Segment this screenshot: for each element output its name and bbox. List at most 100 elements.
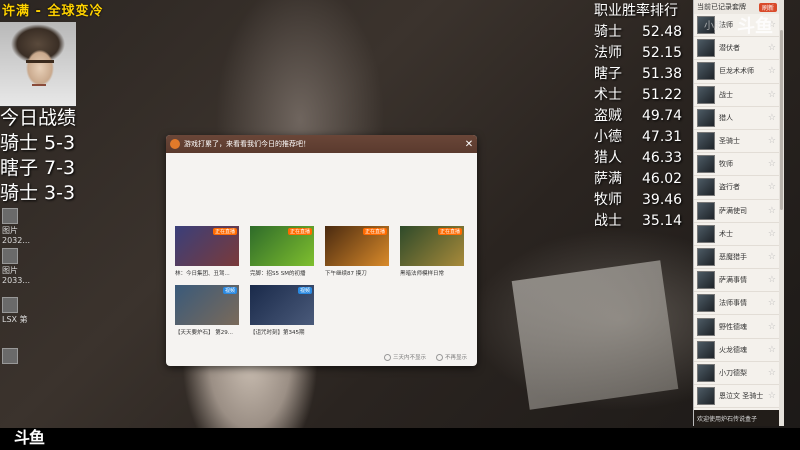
video-badge: 视频 [297,287,312,294]
douyu-watermark-logo: 斗鱼 [737,16,773,37]
star-icon[interactable]: ☆ [768,252,776,262]
video-card[interactable]: 视频 【诅咒时刻】第345期 [250,285,314,336]
recommendation-popup: 游戏打累了，来看看我们今日的推荐吧！ ✕ 正在直播 林：今日集团、丑驾... 正… [166,135,477,366]
overlay-marquee-text: 小胖 [704,21,724,32]
deck-thumbnail-icon [697,39,715,58]
deck-item[interactable]: 火龙德魂 ☆ [694,339,780,362]
winrate-class: 小德 [594,129,622,145]
background-paper [511,260,679,410]
bottom-black-bar [0,428,800,450]
star-icon[interactable]: ☆ [768,43,776,53]
deck-panel-scrollbar[interactable] [779,0,784,426]
popup-footer: 三天内不显示 不再显示 [383,353,467,361]
stream-card[interactable]: 正在直播 下午继续87 摸刀 [325,226,389,277]
deck-thumbnail-icon [697,247,715,266]
today-heading: 今日战绩 [0,107,77,129]
deck-item[interactable]: 盗行者 ☆ [694,176,780,200]
today-row: 骑士 3-3 [0,182,76,204]
video-thumbnail: 视频 [250,285,314,325]
deck-thumbnail-icon [697,317,715,336]
deck-thumbnail-icon [697,132,715,151]
winrate-value: 46.33 [642,150,683,166]
stream-caption: 黑暗法师模样日常 [400,271,445,277]
deck-item[interactable]: 潜伏者 ☆ [694,37,780,61]
file-icon [2,297,18,313]
star-icon[interactable]: ☆ [768,298,776,308]
winrate-class: 术士 [594,87,622,103]
winrate-value: 51.22 [642,87,683,103]
winrate-row: 小德 47.31 [594,127,682,148]
star-icon[interactable]: ☆ [768,345,776,355]
deck-name: 萨满事情 [719,276,747,285]
deck-item[interactable]: 萨满使司 ☆ [694,200,780,223]
live-badge: 正在直播 [287,228,312,235]
desktop-icon[interactable] [0,325,40,365]
winrate-value: 52.15 [642,45,683,61]
winrate-row: 骑士 52.48 [594,22,682,43]
stream-caption: 下午继续87 摸刀 [325,271,367,277]
deck-item[interactable]: 小刀德梨 ☆ [694,362,780,385]
winrate-value: 49.74 [642,108,683,124]
deck-name: 圣骑士 [719,137,740,146]
avatar-mouth [32,84,46,86]
winrate-row: 牧师 39.46 [594,190,682,211]
star-icon[interactable]: ☆ [768,113,776,123]
stream-caption: 完脚：招S5 SM的初播 [250,271,306,277]
star-icon[interactable]: ☆ [768,322,776,332]
deck-name: 牧师 [719,160,733,169]
desktop-icon[interactable]: 图片 2032... [0,205,40,245]
star-icon[interactable]: ☆ [768,391,776,401]
winrate-row: 术士 51.22 [594,85,682,106]
deck-item[interactable]: 萨满事情 ☆ [694,269,780,293]
hide-three-days-option[interactable]: 三天内不显示 [383,353,426,361]
refresh-button[interactable]: 刷新 [758,2,777,12]
video-card[interactable]: 视频 【天天要炉石】 第29... [175,285,239,336]
deck-item[interactable]: 圣骑士 ☆ [694,130,780,154]
deck-thumbnail-icon [697,271,715,290]
deck-name: 术士 [719,229,733,238]
deck-thumbnail-icon [697,108,715,127]
stream-card[interactable]: 正在直播 黑暗法师模样日常 [400,226,464,277]
star-icon[interactable]: ☆ [768,66,776,76]
star-icon[interactable]: ☆ [768,90,776,100]
desktop-icon[interactable]: 图片 2033... [0,245,40,285]
stream-card[interactable]: 正在直播 林：今日集团、丑驾... [175,226,239,277]
star-icon[interactable]: ☆ [768,159,776,169]
deck-item[interactable]: 恩泣文 圣骑士 ☆ [694,385,780,409]
star-icon[interactable]: ☆ [768,229,776,239]
star-icon[interactable]: ☆ [768,136,776,146]
deck-item[interactable]: 牧师 ☆ [694,153,780,177]
deck-thumbnail-icon [697,201,715,220]
star-icon[interactable]: ☆ [768,182,776,192]
winrate-class: 瞎子 [594,66,622,82]
winrate-value: 47.31 [642,129,683,145]
option-label: 不再显示 [444,355,467,361]
deck-item[interactable]: 野性德魂 ☆ [694,315,780,339]
deck-name: 猎人 [719,113,733,122]
deck-name: 小刀德梨 [719,368,747,377]
deck-item[interactable]: 战士 ☆ [694,84,780,107]
star-icon[interactable]: ☆ [768,206,776,216]
deck-item[interactable]: 术士 ☆ [694,223,780,246]
deck-item[interactable]: 法师事情 ☆ [694,292,780,316]
desktop-icon-label: LSX 第 [2,315,28,324]
star-icon[interactable]: ☆ [768,368,776,378]
winrate-value: 52.48 [642,24,683,40]
close-icon[interactable]: ✕ [461,139,477,150]
deck-item[interactable]: 猎人 ☆ [694,107,780,130]
image-file-icon [2,248,18,264]
video-caption: 【诅咒时刻】第345期 [250,330,305,336]
desktop-icon-label: 图片 2032... [2,226,30,245]
deck-panel-footer: 欢迎使用炉石传说盒子 [694,410,780,426]
scrollbar-thumb[interactable] [780,30,783,210]
deck-item[interactable]: 恶魔猎手 ☆ [694,246,780,270]
deck-item[interactable]: 巨龙术术师 ☆ [694,60,780,84]
deck-thumbnail-icon [697,178,715,197]
desktop-icon[interactable]: LSX 第 [0,285,40,325]
star-icon[interactable]: ☆ [768,275,776,285]
stream-card[interactable]: 正在直播 完脚：招S5 SM的初播 [250,226,314,277]
never-show-option[interactable]: 不再显示 [435,353,467,361]
winrate-row: 猎人 46.33 [594,148,682,169]
winrate-class: 骑士 [594,24,622,40]
recommendation-cards: 正在直播 林：今日集团、丑驾... 正在直播 完脚：招S5 SM的初播 正在直播… [175,226,464,336]
